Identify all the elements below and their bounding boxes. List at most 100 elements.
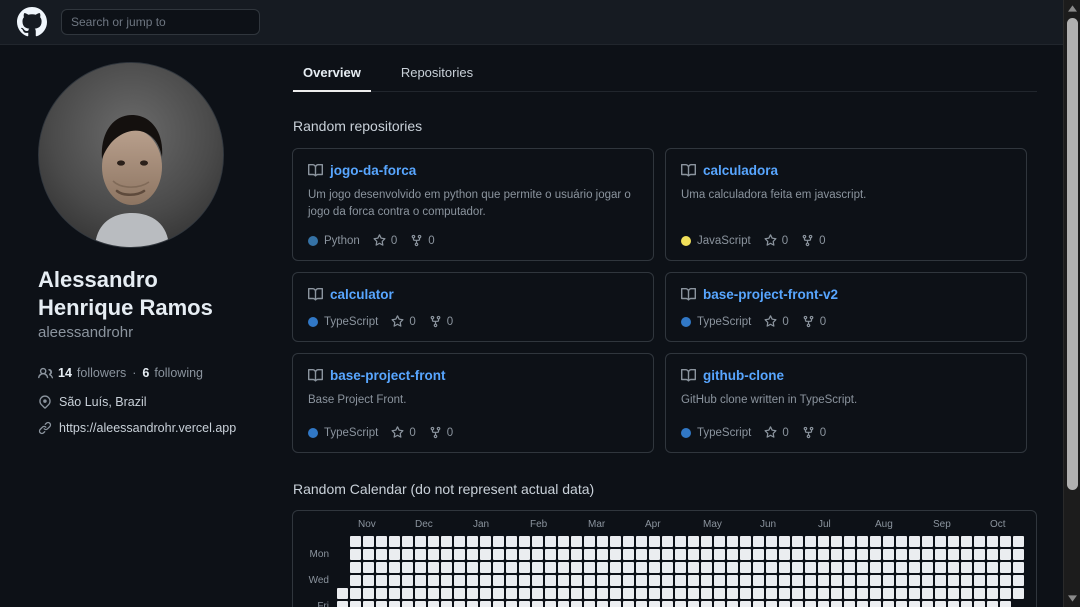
- calendar-day-cell[interactable]: [596, 561, 609, 574]
- calendar-day-cell[interactable]: [674, 561, 687, 574]
- calendar-day-cell[interactable]: [739, 561, 752, 574]
- calendar-day-cell[interactable]: [700, 600, 713, 607]
- calendar-day-cell[interactable]: [401, 548, 414, 561]
- calendar-day-cell[interactable]: [492, 600, 505, 607]
- repo-forks[interactable]: 0: [802, 426, 826, 439]
- calendar-day-cell[interactable]: [882, 600, 895, 607]
- calendar-day-cell[interactable]: [427, 587, 440, 600]
- calendar-day-cell[interactable]: [349, 600, 362, 607]
- calendar-day-cell[interactable]: [895, 535, 908, 548]
- calendar-day-cell[interactable]: [817, 548, 830, 561]
- calendar-day-cell[interactable]: [544, 574, 557, 587]
- scrollbar-thumb[interactable]: [1067, 18, 1078, 490]
- calendar-day-cell[interactable]: [661, 574, 674, 587]
- calendar-day-cell[interactable]: [726, 587, 739, 600]
- calendar-day-cell[interactable]: [999, 574, 1012, 587]
- calendar-day-cell[interactable]: [1012, 600, 1025, 607]
- repo-forks[interactable]: 0: [802, 315, 826, 328]
- calendar-day-cell[interactable]: [687, 574, 700, 587]
- calendar-day-cell[interactable]: [843, 600, 856, 607]
- repo-forks[interactable]: 0: [410, 234, 435, 247]
- calendar-day-cell[interactable]: [596, 574, 609, 587]
- calendar-day-cell[interactable]: [362, 561, 375, 574]
- calendar-day-cell[interactable]: [583, 535, 596, 548]
- repo-name-link[interactable]: jogo-da-forca: [330, 163, 416, 178]
- calendar-day-cell[interactable]: [778, 561, 791, 574]
- calendar-day-cell[interactable]: [388, 600, 401, 607]
- calendar-day-cell[interactable]: [479, 535, 492, 548]
- calendar-day-cell[interactable]: [726, 574, 739, 587]
- calendar-day-cell[interactable]: [765, 600, 778, 607]
- calendar-day-cell[interactable]: [882, 561, 895, 574]
- calendar-day-cell[interactable]: [687, 561, 700, 574]
- calendar-day-cell[interactable]: [609, 587, 622, 600]
- calendar-day-cell[interactable]: [739, 535, 752, 548]
- calendar-day-cell[interactable]: [869, 600, 882, 607]
- calendar-day-cell[interactable]: [674, 600, 687, 607]
- calendar-day-cell[interactable]: [466, 587, 479, 600]
- calendar-day-cell[interactable]: [1012, 535, 1025, 548]
- calendar-day-cell[interactable]: [934, 587, 947, 600]
- calendar-day-cell[interactable]: [596, 587, 609, 600]
- calendar-day-cell[interactable]: [583, 587, 596, 600]
- calendar-day-cell[interactable]: [622, 535, 635, 548]
- calendar-day-cell[interactable]: [843, 587, 856, 600]
- calendar-day-cell[interactable]: [349, 561, 362, 574]
- calendar-day-cell[interactable]: [700, 561, 713, 574]
- calendar-day-cell[interactable]: [921, 600, 934, 607]
- repo-forks[interactable]: 0: [429, 426, 453, 439]
- calendar-day-cell[interactable]: [869, 561, 882, 574]
- calendar-day-cell[interactable]: [440, 574, 453, 587]
- calendar-day-cell[interactable]: [947, 574, 960, 587]
- calendar-day-cell[interactable]: [336, 574, 349, 587]
- calendar-day-cell[interactable]: [557, 587, 570, 600]
- calendar-day-cell[interactable]: [635, 574, 648, 587]
- calendar-day-cell[interactable]: [986, 587, 999, 600]
- calendar-day-cell[interactable]: [466, 548, 479, 561]
- calendar-day-cell[interactable]: [479, 600, 492, 607]
- calendar-day-cell[interactable]: [869, 574, 882, 587]
- calendar-day-cell[interactable]: [401, 587, 414, 600]
- calendar-day-cell[interactable]: [505, 548, 518, 561]
- calendar-day-cell[interactable]: [414, 548, 427, 561]
- calendar-day-cell[interactable]: [531, 600, 544, 607]
- calendar-day-cell[interactable]: [739, 587, 752, 600]
- calendar-day-cell[interactable]: [505, 600, 518, 607]
- calendar-day-cell[interactable]: [986, 574, 999, 587]
- calendar-day-cell[interactable]: [492, 535, 505, 548]
- calendar-day-cell[interactable]: [843, 561, 856, 574]
- calendar-day-cell[interactable]: [739, 574, 752, 587]
- calendar-day-cell[interactable]: [947, 548, 960, 561]
- calendar-day-cell[interactable]: [960, 535, 973, 548]
- calendar-day-cell[interactable]: [336, 561, 349, 574]
- calendar-day-cell[interactable]: [661, 600, 674, 607]
- calendar-day-cell[interactable]: [999, 600, 1012, 607]
- calendar-day-cell[interactable]: [765, 587, 778, 600]
- calendar-day-cell[interactable]: [596, 548, 609, 561]
- followers-count[interactable]: 14: [58, 366, 72, 380]
- calendar-day-cell[interactable]: [466, 535, 479, 548]
- calendar-day-cell[interactable]: [908, 535, 921, 548]
- calendar-day-cell[interactable]: [830, 548, 843, 561]
- repo-stars[interactable]: 0: [764, 315, 789, 328]
- calendar-day-cell[interactable]: [921, 548, 934, 561]
- calendar-day-cell[interactable]: [401, 600, 414, 607]
- calendar-day-cell[interactable]: [778, 548, 791, 561]
- calendar-day-cell[interactable]: [622, 561, 635, 574]
- calendar-day-cell[interactable]: [817, 587, 830, 600]
- calendar-day-cell[interactable]: [856, 561, 869, 574]
- calendar-day-cell[interactable]: [895, 548, 908, 561]
- calendar-day-cell[interactable]: [856, 574, 869, 587]
- calendar-day-cell[interactable]: [700, 535, 713, 548]
- calendar-day-cell[interactable]: [947, 561, 960, 574]
- following-count[interactable]: 6: [142, 366, 149, 380]
- calendar-day-cell[interactable]: [999, 561, 1012, 574]
- calendar-day-cell[interactable]: [609, 600, 622, 607]
- following-label[interactable]: following: [154, 366, 203, 380]
- calendar-day-cell[interactable]: [414, 535, 427, 548]
- calendar-day-cell[interactable]: [843, 574, 856, 587]
- calendar-day-cell[interactable]: [440, 561, 453, 574]
- calendar-day-cell[interactable]: [401, 535, 414, 548]
- calendar-day-cell[interactable]: [609, 574, 622, 587]
- calendar-day-cell[interactable]: [427, 600, 440, 607]
